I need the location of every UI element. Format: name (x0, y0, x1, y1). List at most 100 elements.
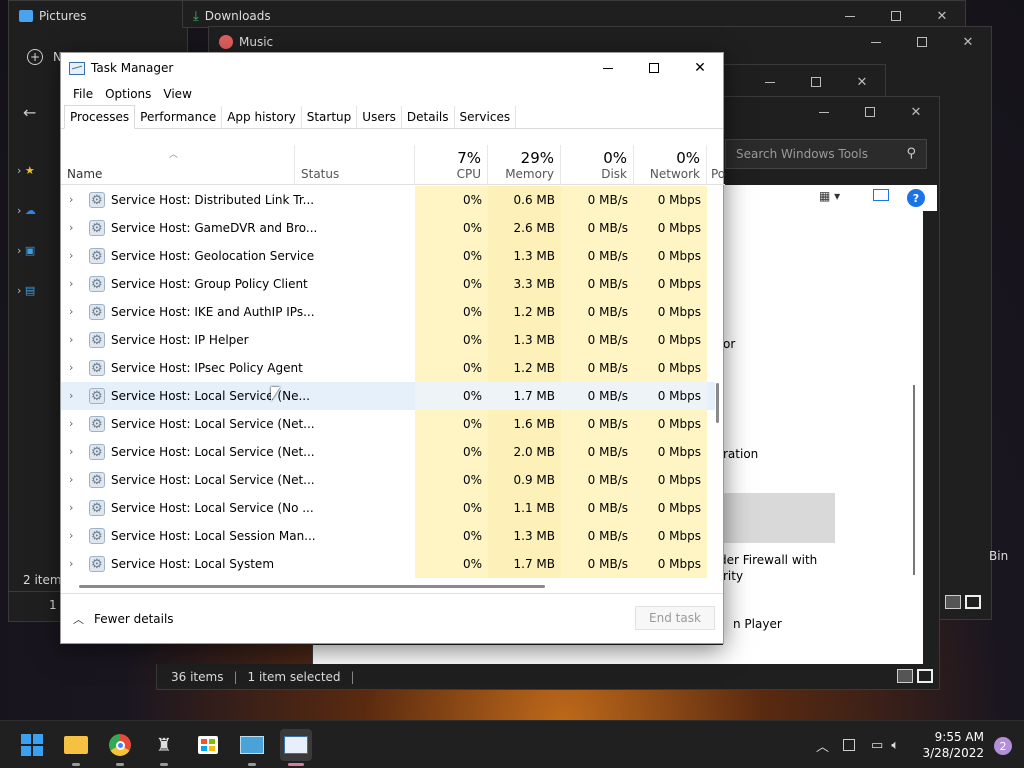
expand-chevron-icon[interactable]: › (69, 382, 81, 410)
music-maximize-button[interactable] (899, 27, 945, 57)
view-options-icon[interactable]: ▦ ▾ (819, 189, 840, 203)
column-name[interactable]: ︿ Name (61, 145, 295, 185)
tools-vscroll[interactable] (913, 385, 915, 575)
tab-services[interactable]: Services (455, 106, 517, 128)
menu-file[interactable]: File (67, 87, 99, 101)
process-list-vscroll[interactable] (716, 383, 719, 423)
status-details-view-icon[interactable] (897, 669, 913, 683)
tab-startup[interactable]: Startup (302, 106, 358, 128)
tool-item-highlight[interactable] (723, 493, 835, 543)
nav-item-quick-access[interactable]: › ★ (17, 151, 36, 191)
table-row[interactable]: › Service Host: Group Policy Client 0%3.3 … (61, 270, 715, 299)
column-power[interactable]: Po (707, 145, 725, 185)
tab-performance[interactable]: Performance (135, 106, 223, 128)
search-windows-tools-input[interactable]: Search Windows Tools ⚲ (725, 139, 927, 169)
tool-item-label-5[interactable]: n Player (733, 617, 782, 631)
details-view-icon[interactable] (945, 595, 961, 609)
minimize-button[interactable] (585, 53, 631, 83)
expand-chevron-icon[interactable]: › (69, 354, 81, 382)
maximize-button[interactable] (631, 53, 677, 83)
expand-chevron-icon[interactable]: › (69, 494, 81, 522)
table-row[interactable]: › Service Host: Local System 0%1.7 MB0 MB/… (61, 550, 715, 578)
table-row[interactable]: › Service Host: Geolocation Service 0%1.3 … (61, 242, 715, 271)
taskbar-store[interactable] (192, 729, 224, 761)
table-row[interactable]: ›Service Host: Distributed Link Tr...0%0… (61, 186, 715, 215)
tools-minimize-button[interactable] (801, 97, 847, 127)
details-pane-icon[interactable] (873, 189, 889, 201)
end-task-button[interactable]: End task (635, 606, 715, 630)
table-row[interactable]: › Service Host: Local Session Man... 0%1.3… (61, 522, 715, 551)
middle-minimize-button[interactable] (747, 67, 793, 97)
taskbar-task-manager[interactable] (280, 729, 312, 766)
status-tiles-view-icon[interactable] (917, 669, 933, 683)
table-row[interactable]: › Service Host: GameDVR and Bro... 0%2.6 M… (61, 214, 715, 243)
tab-users[interactable]: Users (357, 106, 402, 128)
speaker-icon[interactable]: 🔈︎ (891, 738, 899, 753)
column-cpu[interactable]: 7% CPU (415, 145, 488, 185)
table-row[interactable]: › Service Host: IKE and AuthIP IPs... 0%1.… (61, 298, 715, 327)
pictures-titlebar[interactable]: Pictures (9, 1, 187, 31)
service-gear-icon (89, 411, 105, 439)
tool-item-label-3[interactable]: der Firewall with (719, 553, 817, 567)
taskbar-inkscape[interactable]: ♜ (148, 729, 180, 766)
tool-item-label-1[interactable]: or (723, 337, 735, 351)
expand-chevron-icon[interactable]: › (69, 214, 81, 242)
table-row[interactable]: › Service Host: IP Helper 0%1.3 MB0 MB/s0 … (61, 326, 715, 355)
tab-processes[interactable]: Processes (64, 105, 136, 129)
taskbar-control-panel[interactable] (236, 729, 268, 766)
tab-app-history[interactable]: App history (222, 106, 302, 128)
show-hidden-icons-icon[interactable]: ︿ (816, 736, 829, 755)
tool-item-label-4[interactable]: rity (723, 569, 743, 583)
process-list-hscroll[interactable] (79, 585, 545, 588)
start-button[interactable] (16, 729, 48, 761)
music-close-button[interactable]: ✕ (945, 27, 991, 57)
music-view-toggles[interactable] (945, 595, 981, 609)
expand-chevron-icon[interactable]: › (69, 438, 81, 466)
table-row[interactable]: › Service Host: Local Service (Ne... 0%1.7… (61, 382, 715, 411)
music-minimize-button[interactable] (853, 27, 899, 57)
status-view-toggles[interactable] (897, 669, 933, 683)
middle-close-button[interactable]: ✕ (839, 67, 885, 97)
expand-chevron-icon[interactable]: › (69, 410, 81, 438)
nav-item-network[interactable]: › ▤ (17, 271, 36, 311)
expand-chevron-icon[interactable]: › (69, 298, 81, 326)
nav-item-onedrive[interactable]: › ☁ (17, 191, 36, 231)
menu-options[interactable]: Options (99, 87, 157, 101)
tab-details[interactable]: Details (402, 106, 455, 128)
tray-app-icon[interactable] (843, 739, 856, 751)
clock[interactable]: 9:55 AM 3/28/2022 (922, 729, 984, 761)
table-row[interactable]: › Service Host: Local Service (Net... 0%2.… (61, 438, 715, 467)
tiles-view-icon[interactable] (965, 595, 981, 609)
expand-chevron-icon[interactable]: › (69, 242, 81, 270)
expand-chevron-icon[interactable]: › (69, 270, 81, 298)
table-row[interactable]: › Service Host: Local Service (Net... 0%0.… (61, 466, 715, 495)
nav-item-this-pc[interactable]: › ▣ (17, 231, 36, 271)
column-network[interactable]: 0% Network (634, 145, 707, 185)
notification-badge[interactable]: 2 (994, 737, 1012, 755)
close-button[interactable]: ✕ (677, 53, 723, 83)
tools-close-button[interactable]: ✕ (893, 97, 939, 127)
column-memory[interactable]: 29% Memory (488, 145, 561, 185)
menu-view[interactable]: View (157, 87, 197, 101)
network-monitor-icon[interactable]: ▭ (871, 738, 883, 753)
help-icon[interactable]: ? (907, 189, 925, 207)
taskbar-file-explorer[interactable] (60, 729, 92, 766)
table-row[interactable]: › Service Host: Local Service (No ... 0%1.… (61, 494, 715, 523)
column-status[interactable]: Status (295, 145, 415, 185)
middle-maximize-button[interactable] (793, 67, 839, 97)
expand-chevron-icon[interactable]: › (69, 186, 81, 214)
table-row[interactable]: › Service Host: IPsec Policy Agent 0%1.2 M… (61, 354, 715, 383)
back-arrow-icon[interactable]: ← (23, 103, 36, 122)
expand-chevron-icon[interactable]: › (69, 550, 81, 578)
tools-maximize-button[interactable] (847, 97, 893, 127)
task-manager-titlebar[interactable]: Task Manager ✕ (61, 53, 723, 83)
column-disk[interactable]: 0% Disk (561, 145, 634, 185)
expand-chevron-icon[interactable]: › (69, 466, 81, 494)
fewer-details-button[interactable]: ︿ Fewer details (73, 611, 174, 627)
new-button[interactable]: + N (27, 49, 62, 65)
tool-item-label-2[interactable]: ration (723, 447, 758, 461)
taskbar-chrome[interactable] (104, 729, 136, 766)
expand-chevron-icon[interactable]: › (69, 326, 81, 354)
expand-chevron-icon[interactable]: › (69, 522, 81, 550)
table-row[interactable]: › Service Host: Local Service (Net... 0%1.… (61, 410, 715, 439)
